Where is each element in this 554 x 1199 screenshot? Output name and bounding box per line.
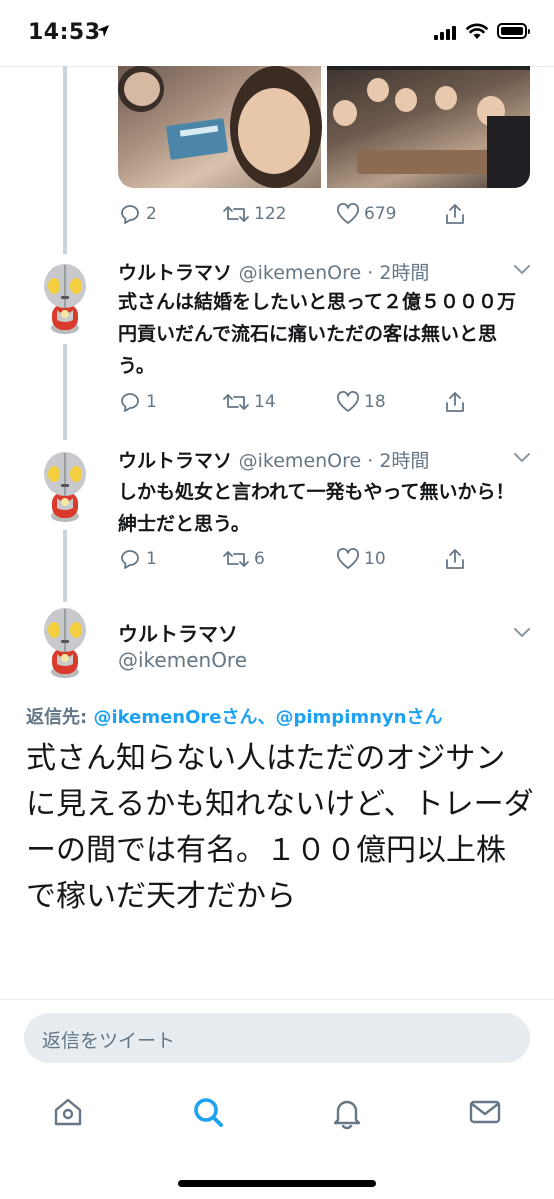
status-bar: 14:53 — [0, 0, 554, 66]
like-button[interactable]: 10 — [336, 548, 386, 570]
handle-and-time[interactable]: @ikemenOre · 2時間 — [239, 450, 430, 472]
reply-icon — [121, 393, 139, 412]
reply-button[interactable]: 1 — [118, 391, 157, 413]
thread-line — [63, 530, 67, 602]
tweet-actions: 1 6 10 — [118, 548, 538, 574]
retweet-icon — [223, 394, 249, 410]
home-indicator — [178, 1180, 376, 1187]
retweet-icon — [223, 206, 249, 222]
reply-icon — [121, 205, 139, 224]
tweet-header: ウルトラマソ @ikemenOre · 2時間 — [118, 258, 429, 285]
display-name[interactable]: ウルトラマソ — [118, 618, 238, 647]
tweet-actions: 1 14 18 — [118, 391, 538, 417]
avatar[interactable] — [40, 606, 90, 678]
tab-bar — [0, 1078, 554, 1148]
chevron-down-icon[interactable] — [514, 628, 530, 638]
display-name[interactable]: ウルトラマソ — [118, 450, 232, 472]
reply-button[interactable]: 2 — [118, 203, 157, 225]
share-icon — [446, 392, 464, 412]
heart-icon — [337, 203, 359, 224]
retweet-button[interactable]: 122 — [222, 203, 286, 225]
replying-to-label: 返信先: — [26, 707, 94, 728]
cellular-signal-icon — [434, 26, 458, 40]
share-icon — [446, 204, 464, 224]
like-button[interactable]: 18 — [336, 391, 386, 413]
retweet-icon — [223, 551, 249, 567]
chevron-down-icon[interactable] — [514, 265, 530, 275]
reply-button[interactable]: 1 — [118, 548, 157, 570]
display-name[interactable]: ウルトラマソ — [118, 262, 232, 284]
like-button[interactable]: 679 — [336, 203, 396, 225]
battery-icon — [497, 23, 530, 39]
avatar[interactable] — [40, 450, 90, 522]
share-icon — [446, 549, 464, 569]
thread-line — [63, 66, 67, 254]
tweet-photo[interactable] — [118, 66, 322, 188]
heart-icon — [337, 548, 359, 569]
location-arrow-icon — [97, 25, 109, 37]
heart-icon — [337, 391, 359, 412]
retweet-button[interactable]: 14 — [222, 391, 276, 413]
wifi-icon — [466, 23, 488, 39]
share-button[interactable] — [444, 391, 470, 413]
tweet-text: 式さんは結婚をしたいと思って２億５０００万円貢いだんで流石に痛いただの客は無いと… — [118, 291, 517, 377]
home-icon[interactable] — [50, 1094, 86, 1130]
handle[interactable]: @ikemenOre — [118, 648, 247, 672]
main-tweet-text: 式さん知らない人はただのオジサンに見えるかも知れないけど、トレーダーの間では有名… — [26, 741, 534, 914]
tweet-photo[interactable] — [327, 66, 530, 188]
share-button[interactable] — [444, 548, 470, 570]
tweet-header: ウルトラマソ @ikemenOre · 2時間 — [118, 446, 429, 473]
clock: 14:53 — [28, 20, 101, 45]
reply-icon — [121, 550, 139, 569]
divider — [0, 999, 554, 1000]
chevron-down-icon[interactable] — [514, 453, 530, 463]
reply-placeholder: 返信をツイート — [42, 1030, 176, 1052]
tweet-media[interactable] — [118, 66, 530, 188]
tweet-actions: 2 122 679 — [118, 203, 538, 229]
search-icon[interactable] — [190, 1094, 226, 1130]
thread-line — [63, 344, 67, 440]
share-button[interactable] — [444, 203, 470, 225]
handle-and-time[interactable]: @ikemenOre · 2時間 — [239, 262, 430, 284]
retweet-button[interactable]: 6 — [222, 548, 265, 570]
replying-to: 返信先: @ikemenOreさん、@pimpimnynさん — [26, 703, 442, 729]
avatar[interactable] — [40, 262, 90, 334]
messages-icon[interactable] — [467, 1094, 503, 1130]
reply-input[interactable]: 返信をツイート — [24, 1013, 530, 1063]
replying-to-users[interactable]: @ikemenOreさん、@pimpimnynさん — [93, 707, 442, 728]
tweet-text: しかも処女と言われて一発もやって無いから！紳士だと思う。 — [118, 481, 515, 535]
notifications-icon[interactable] — [329, 1094, 365, 1130]
